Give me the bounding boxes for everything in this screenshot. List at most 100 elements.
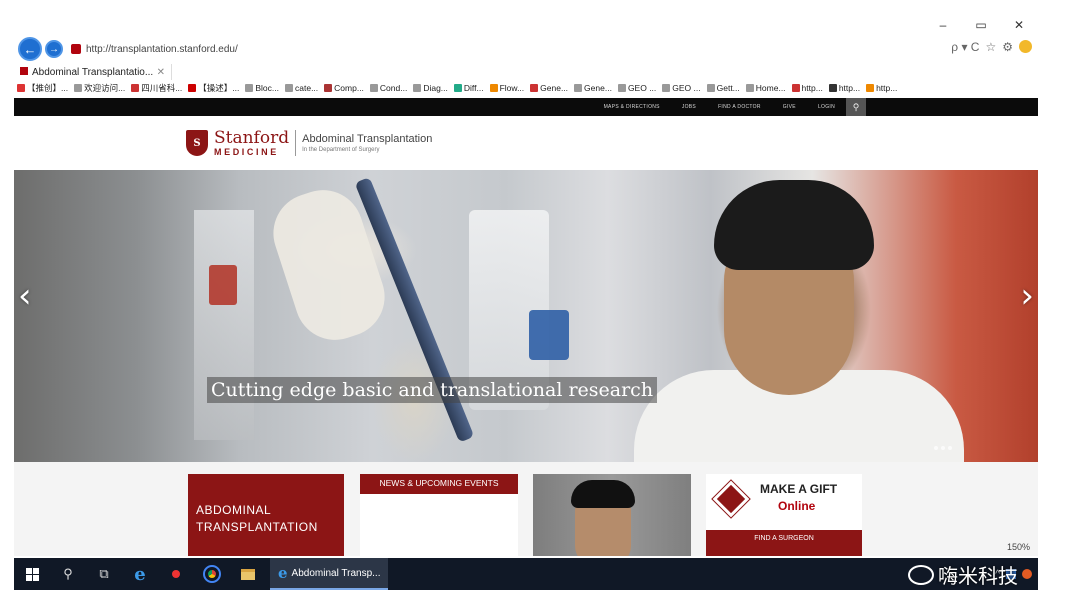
feedback-smiley-icon[interactable] [1019,40,1032,53]
department-title: Abdominal Transplantation In the Departm… [302,133,432,153]
favorite-item[interactable]: GEO ... [659,83,703,93]
taskbar-search-icon[interactable]: ⚲ [50,558,86,590]
logo-line-stanford: Stanford [214,127,290,148]
bookmark-icon [745,84,754,92]
card-surgeon-photo[interactable] [533,474,691,556]
nav-link-login[interactable]: Login [807,104,846,110]
bookmark-icon [662,84,671,92]
bookmark-icon [74,84,83,92]
tab-close-icon[interactable]: ✕ [157,67,165,78]
back-button[interactable]: ← [18,37,42,61]
tab-title: Abdominal Transplantatio... [32,66,154,78]
carousel-dots [934,446,952,450]
stanford-shield-logo[interactable]: S [186,130,208,156]
screenshot-frame: – ▭ ✕ ← → http://transplantation.stanfor… [0,0,1074,592]
taskbar-app-icon[interactable] [158,558,194,590]
window-controls: – ▭ ✕ [924,12,1038,38]
stanford-medicine-logo[interactable]: Stanford MEDICINE [214,127,290,157]
web-page: Maps & Directions Jobs Find a Doctor Giv… [14,98,1038,556]
restore-button[interactable]: ▭ [962,12,1000,38]
close-window-button[interactable]: ✕ [1000,12,1038,38]
favorites-star-icon[interactable]: ☆ [985,40,996,54]
carousel-prev-icon[interactable]: ‹ [18,276,32,316]
bookmark-icon [245,84,254,92]
favorite-item[interactable]: Comp... [321,83,367,93]
carousel-dot[interactable] [934,446,938,450]
favorite-item[interactable]: http... [826,83,863,93]
nav-link-give[interactable]: Give [772,104,807,110]
nav-link-find-doctor[interactable]: Find a Doctor [707,104,772,110]
site-top-nav: Maps & Directions Jobs Find a Doctor Giv… [14,98,1038,116]
favorite-item[interactable]: GEO ... [615,83,659,93]
bookmark-icon [489,84,498,92]
logo-divider [295,130,297,156]
address-row: ← → http://transplantation.stanford.edu/… [14,36,1038,62]
favorite-item[interactable]: http... [863,83,900,93]
feature-cards: ABDOMINAL TRANSPLANTATION NEWS & UPCOMIN… [14,462,1038,556]
bookmark-icon [131,84,140,92]
bookmark-icon [791,84,800,92]
bookmark-icon [453,84,462,92]
tray-app-icon[interactable] [1022,569,1032,579]
hero-photo-shelf [194,210,254,440]
favorite-item[interactable]: 四川省科... [128,82,185,94]
department-subtitle: In the Department of Surgery [302,147,380,153]
task-view-icon[interactable]: ⧉ [86,558,122,590]
department-name: Abdominal Transplantation [302,133,433,145]
favorite-item[interactable]: cate... [282,83,321,93]
favorite-item[interactable]: Home... [743,83,789,93]
bookmark-icon [574,84,583,92]
address-bar[interactable]: http://transplantation.stanford.edu/ [71,39,911,59]
forward-button[interactable]: → [45,40,63,58]
carousel-dot[interactable] [948,446,952,450]
settings-gear-icon[interactable]: ⚙ [1002,40,1013,54]
taskbar-explorer-icon[interactable] [230,558,266,590]
favorite-item[interactable]: Flow... [487,83,528,93]
card-news-events[interactable]: NEWS & UPCOMING EVENTS [360,474,518,556]
carousel-dot[interactable] [941,446,945,450]
favorite-item[interactable]: http... [789,83,826,93]
zoom-level[interactable]: 150% [1007,542,1030,552]
gift-subtitle: Online [778,499,816,513]
start-button[interactable] [14,558,50,590]
favorites-bar: 【推创】... 欢迎访问... 四川省科... 【操述】... Bloc... … [14,80,1038,96]
favorite-item[interactable]: Gene... [527,83,571,93]
bookmark-icon [188,84,197,92]
taskbar-active-window[interactable]: e Abdominal Transp... [270,558,389,590]
minimize-button[interactable]: – [924,12,962,38]
surgeon-photo-hair [571,480,635,508]
favorite-item[interactable]: Bloc... [242,83,282,93]
hero-caption: Cutting edge basic and translational res… [207,377,658,403]
bookmark-icon [828,84,837,92]
search-refresh-icon[interactable]: ρ ▾ C [951,40,979,54]
bookmark-icon [530,84,539,92]
nav-link-jobs[interactable]: Jobs [671,104,707,110]
taskbar-chrome-icon[interactable] [194,558,230,590]
watermark-text: 嗨米科技 [938,564,1018,588]
favorite-item[interactable]: Cond... [367,83,410,93]
wechat-watermark: 嗨米科技 [908,560,1018,589]
bookmark-icon [617,84,626,92]
tab-abdominal-transplantation[interactable]: Abdominal Transplantatio... ✕ [14,64,172,80]
address-bar-tools: ρ ▾ C ☆ ⚙ [951,40,1032,54]
favorite-item[interactable]: 欢迎访问... [71,82,128,94]
card-abdominal-transplantation[interactable]: ABDOMINAL TRANSPLANTATION [188,474,344,556]
carousel-next-icon[interactable]: › [1020,276,1034,316]
card-make-gift[interactable]: MAKE A GIFT Online FIND A SURGEON [706,474,862,556]
favorite-item[interactable]: 【操述】... [185,82,242,94]
bookmark-icon [706,84,715,92]
find-surgeon-button[interactable]: FIND A SURGEON [706,530,862,556]
nav-link-maps[interactable]: Maps & Directions [593,104,671,110]
favorite-item[interactable]: Diag... [410,83,451,93]
bookmark-icon [285,84,293,92]
favorite-item[interactable]: Diff... [451,83,487,93]
url-text: http://transplantation.stanford.edu/ [86,43,238,55]
browser-window: – ▭ ✕ ← → http://transplantation.stanfor… [14,12,1038,560]
gift-diamond-icon [712,480,750,518]
site-search-icon[interactable]: ⚲ [846,98,866,116]
favorite-item[interactable]: Gett... [704,83,743,93]
favorite-item[interactable]: Gene... [571,83,615,93]
favorite-item[interactable]: 【推创】... [14,82,71,94]
windows-taskbar: ⚲ ⧉ e e Abdominal Transp... ^ [14,558,1038,590]
taskbar-ie-icon[interactable]: e [122,558,158,590]
